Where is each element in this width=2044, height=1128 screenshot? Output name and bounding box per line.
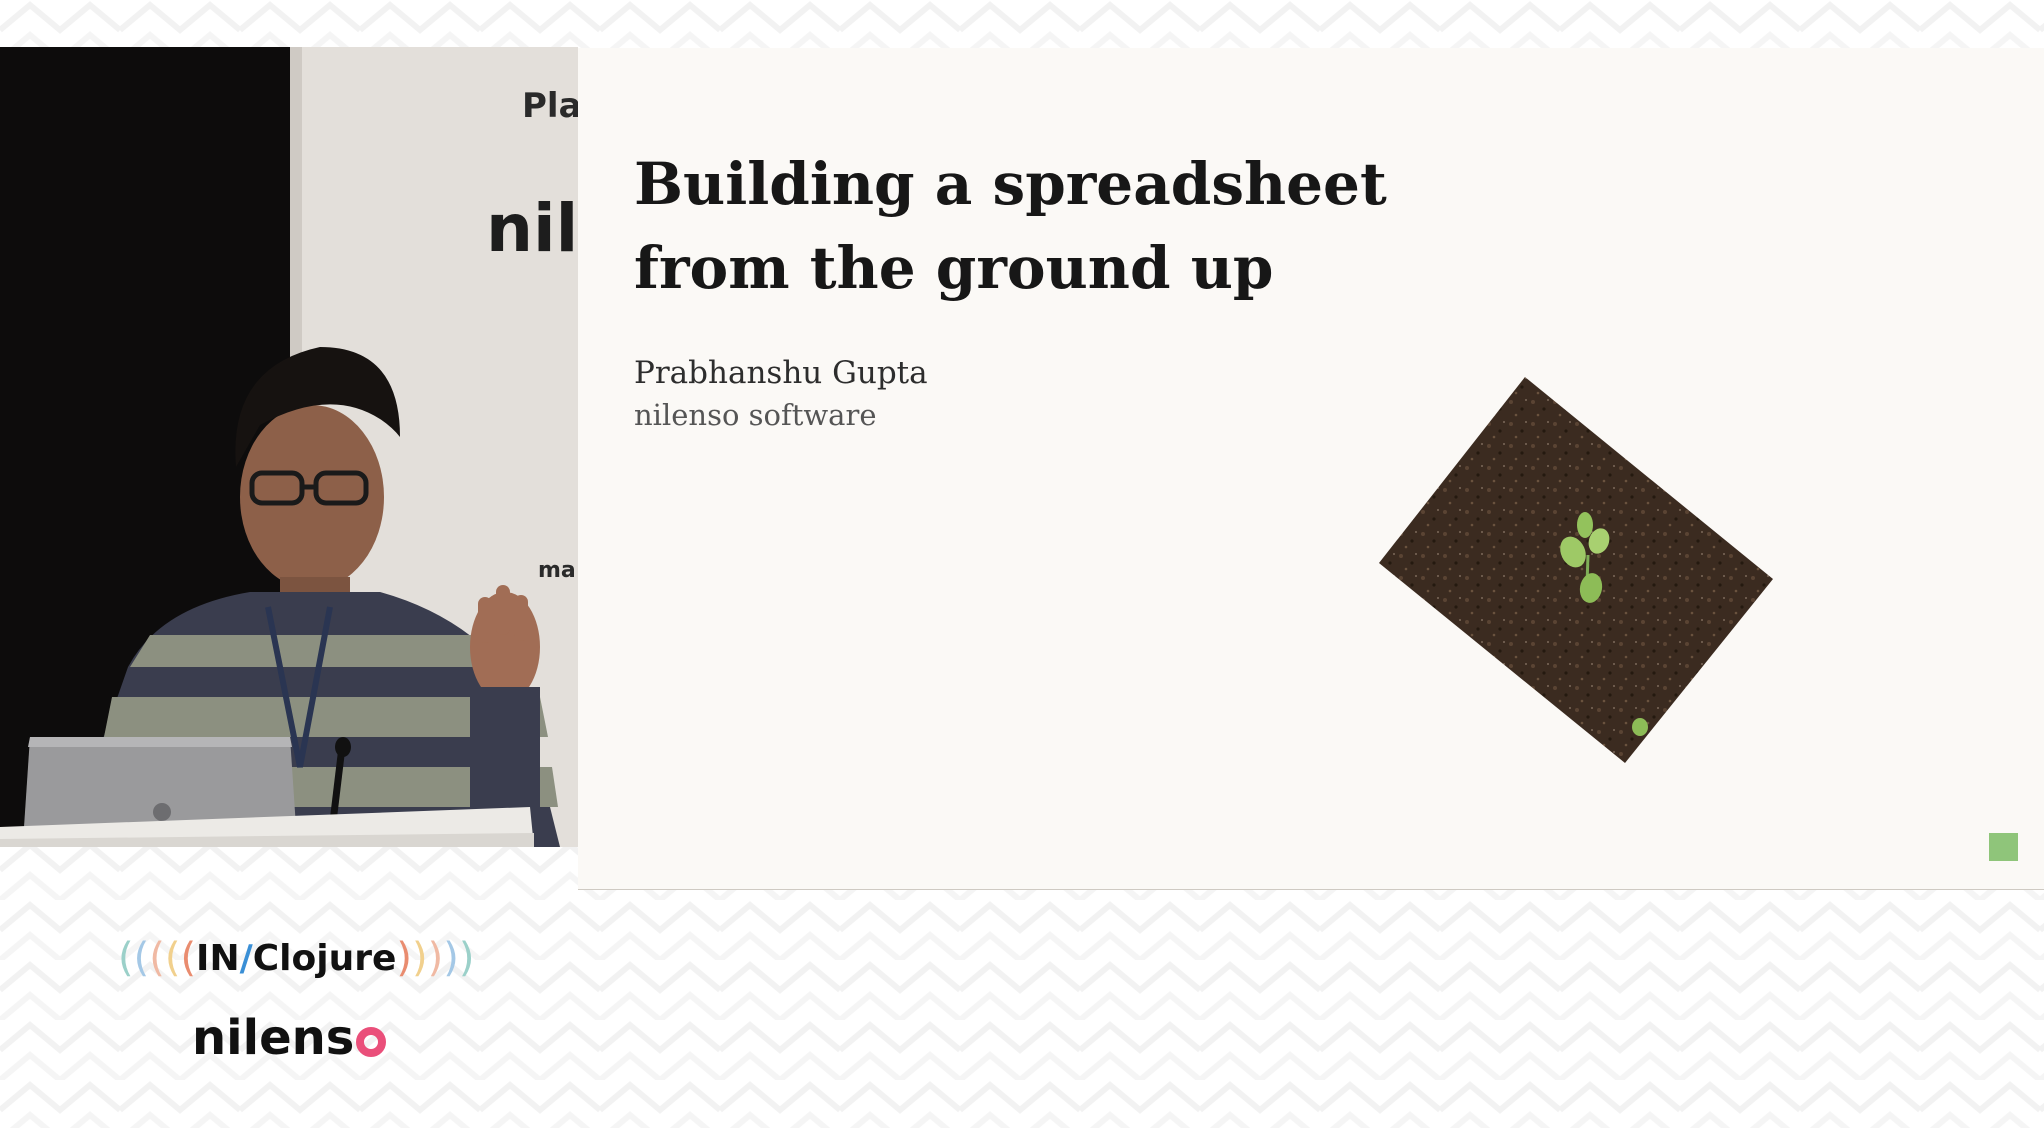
slide-divider bbox=[578, 889, 2044, 890]
conference-name-clojure: Clojure bbox=[252, 937, 397, 979]
backdrop-text-small: ma bbox=[538, 558, 576, 583]
backdrop-logo-text: nil bbox=[486, 190, 578, 267]
sponsor-logo: nilens bbox=[192, 1010, 387, 1066]
backdrop-text-top: Pla bbox=[522, 86, 578, 126]
conference-slash: / bbox=[239, 937, 253, 979]
sponsor-logo-text: nilens bbox=[192, 1010, 355, 1066]
slide-progress-marker bbox=[1989, 833, 2018, 861]
slide-title-line-2: from the ground up bbox=[634, 234, 1274, 302]
speaker-video: Pla nil ma bbox=[0, 47, 578, 847]
slide-title-line-1: Building a spreadsheet bbox=[634, 150, 1387, 218]
conference-name-in: IN bbox=[196, 937, 240, 979]
sponsor-logo-dot-icon bbox=[356, 1027, 387, 1057]
conference-logo: ((((( IN / Clojure ))))) bbox=[118, 935, 475, 981]
speaker-company: nilenso software bbox=[634, 398, 877, 432]
seedling-image bbox=[1379, 377, 1773, 763]
speaker-name: Prabhanshu Gupta bbox=[634, 355, 928, 391]
